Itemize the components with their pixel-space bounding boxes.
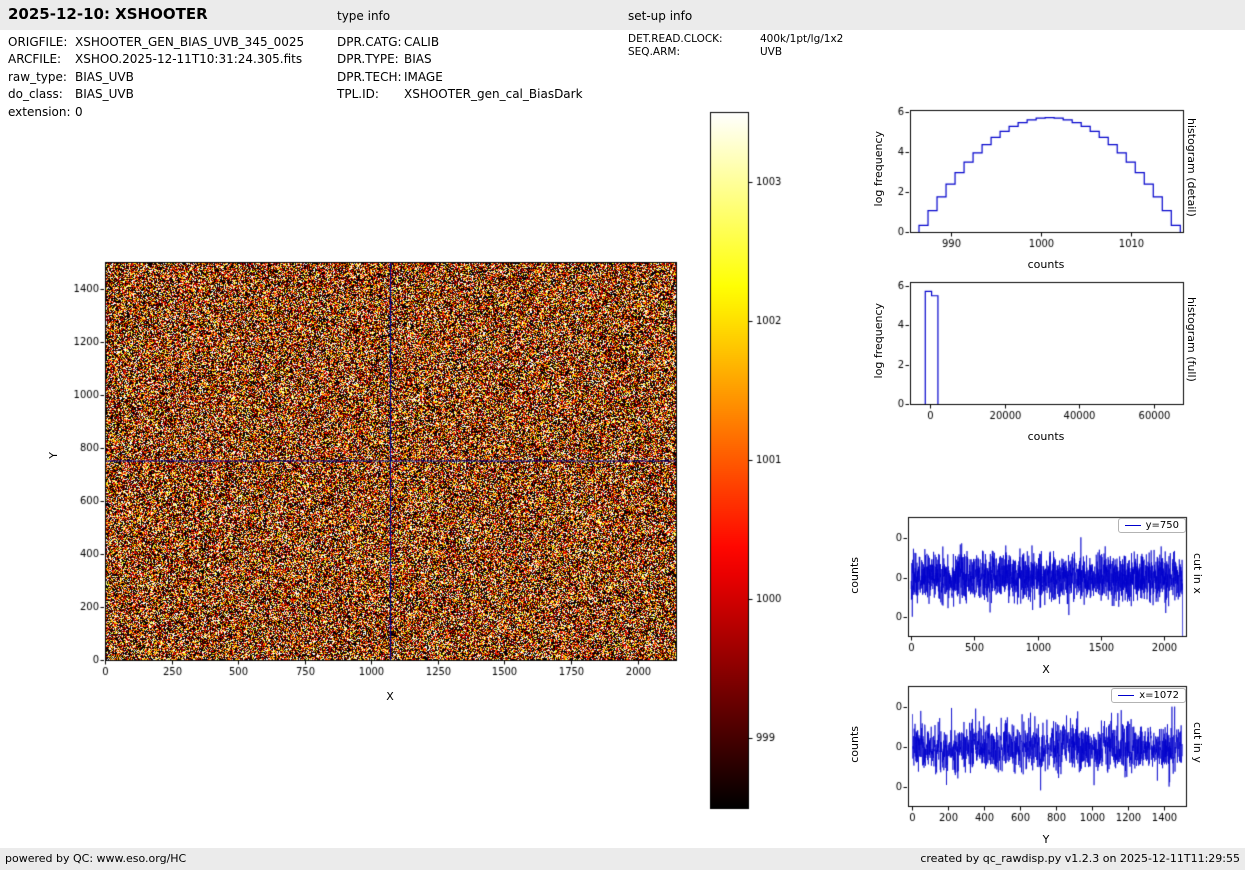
type-info-heading: type info <box>337 9 391 23</box>
meta-row: ORIGFILE: XSHOOTER_GEN_BIAS_UVB_345_0025 <box>8 34 304 51</box>
meta-value: BIAS_UVB <box>75 87 134 102</box>
cut-y-xaxis-label: Y <box>1042 833 1050 846</box>
cut-x-legend-label: y=750 <box>1145 520 1179 531</box>
setup-info-heading: set-up info <box>628 9 693 23</box>
footer-created-by: created by qc_rawdisp.py v1.2.3 on 2025-… <box>920 852 1240 865</box>
meta-row: ARCFILE: XSHOO.2025-12-11T10:31:24.305.fi… <box>8 51 304 68</box>
cut-y-legend: x=1072 <box>1111 688 1186 703</box>
meta-value: 400k/1pt/lg/1x2 <box>760 33 844 45</box>
meta-row: raw_type: BIAS_UVB <box>8 69 304 86</box>
meta-value: XSHOO.2025-12-11T10:31:24.305.fits <box>75 52 303 67</box>
meta-label: ARCFILE: <box>8 52 62 67</box>
meta-row: DPR.TYPE: BIAS <box>337 51 583 68</box>
meta-row: do_class: BIAS_UVB <box>8 86 304 103</box>
hist-full-xaxis-label: counts <box>1027 430 1065 443</box>
meta-value: CALIB <box>404 35 440 49</box>
colorbar <box>702 105 782 820</box>
meta-label: SEQ.ARM: <box>628 46 680 58</box>
meta-label: DPR.TECH: <box>337 69 402 84</box>
meta-row: TPL.ID: XSHOOTER_gen_cal_BiasDark <box>337 86 583 103</box>
cut-y-yaxis-label: counts <box>848 726 861 763</box>
meta-label: DET.READ.CLOCK: <box>628 33 723 45</box>
meta-value: BIAS_UVB <box>75 69 134 84</box>
cut-x-legend: y=750 <box>1117 518 1186 533</box>
histogram-full-plot <box>895 272 1193 440</box>
meta-label: raw_type: <box>8 69 67 84</box>
meta-value: UVB <box>760 46 783 58</box>
legend-line-icon <box>1124 525 1141 526</box>
hist-full-side-label: histogram (full) <box>1185 297 1198 382</box>
meta-label: DPR.CATG: <box>337 35 402 49</box>
meta-row: DET.READ.CLOCK: 400k/1pt/lg/1x2 <box>628 33 843 46</box>
meta-value: BIAS <box>404 52 432 67</box>
meta-row: SEQ.ARM: UVB <box>628 46 843 59</box>
hist-detail-yaxis-label: log frequency <box>872 131 885 207</box>
main-xaxis-label: X <box>386 690 394 703</box>
bias-image-plot <box>40 245 700 715</box>
footer-powered-by: powered by QC: www.eso.org/HC <box>5 852 187 865</box>
type-info-block: DPR.CATG: CALIB DPR.TYPE: BIAS DPR.TECH: IMAG… <box>337 34 583 104</box>
histogram-detail-plot <box>895 100 1193 268</box>
cut-y-legend-label: x=1072 <box>1139 690 1179 701</box>
hist-detail-xaxis-label: counts <box>1027 258 1065 271</box>
meta-row: extension: 0 <box>8 104 304 121</box>
setup-info-block: DET.READ.CLOCK: 400k/1pt/lg/1x2 SEQ.ARM: UV… <box>628 33 843 59</box>
legend-line-icon <box>1118 695 1135 696</box>
meta-label: extension: <box>8 104 71 119</box>
meta-value: IMAGE <box>404 69 443 84</box>
cut-x-yaxis-label: counts <box>848 557 861 594</box>
meta-row: DPR.CATG: CALIB <box>337 34 583 51</box>
page-title: 2025-12-10: XSHOOTER <box>8 5 208 23</box>
meta-row: DPR.TECH: IMAGE <box>337 69 583 86</box>
meta-label: TPL.ID: <box>337 87 379 102</box>
meta-label: ORIGFILE: <box>8 35 68 49</box>
file-info-block: ORIGFILE: XSHOOTER_GEN_BIAS_UVB_345_0025 A… <box>8 34 304 121</box>
meta-label: DPR.TYPE: <box>337 52 399 67</box>
cut-y-side-label: cut in y <box>1191 722 1204 763</box>
meta-label: do_class: <box>8 87 63 102</box>
meta-value: XSHOOTER_GEN_BIAS_UVB_345_0025 <box>75 35 305 49</box>
cut-x-side-label: cut in x <box>1191 553 1204 594</box>
main-yaxis-label: Y <box>47 452 60 459</box>
cut-x-xaxis-label: X <box>1042 663 1050 676</box>
meta-value: 0 <box>75 104 83 119</box>
hist-full-yaxis-label: log frequency <box>872 303 885 379</box>
meta-value: XSHOOTER_gen_cal_BiasDark <box>404 87 583 102</box>
hist-detail-side-label: histogram (detail) <box>1185 118 1198 217</box>
